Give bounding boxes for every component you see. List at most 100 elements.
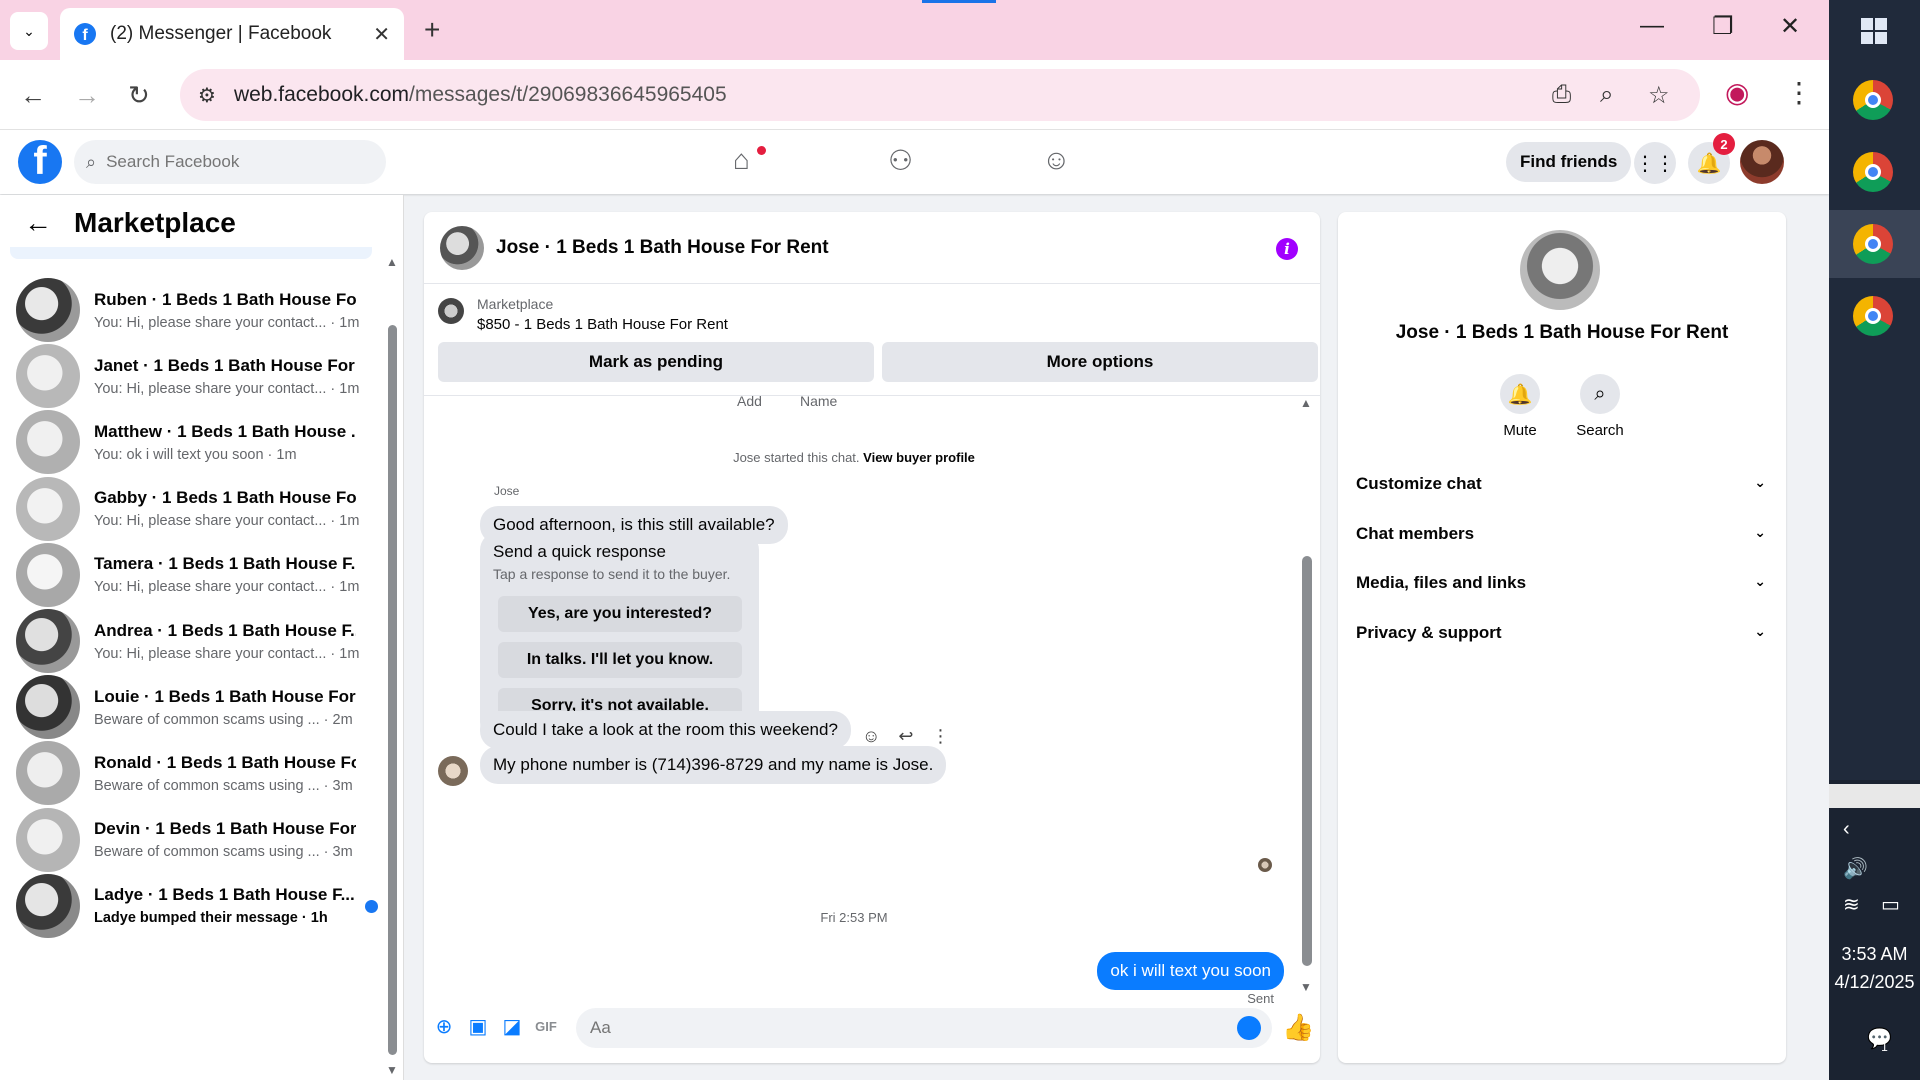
new-tab-button[interactable]: +	[424, 14, 440, 46]
conversation-item[interactable]: Matthew · 1 Beds 1 Bath House ... You: ok…	[16, 404, 376, 480]
windows-start-icon[interactable]	[1861, 18, 1887, 44]
listing-price-title[interactable]: $850 - 1 Beds 1 Bath House For Rent	[477, 316, 728, 333]
browser-menu-icon[interactable]: ⋮	[1785, 76, 1813, 109]
info-icon[interactable]: i	[1276, 238, 1298, 260]
clock-date[interactable]: 4/12/2025	[1829, 972, 1920, 993]
reply-icon[interactable]: ↩	[898, 726, 913, 747]
react-icon[interactable]: ☺	[862, 726, 880, 747]
reload-button[interactable]: ↻	[128, 80, 150, 111]
incoming-message[interactable]: Could I take a look at the room this wee…	[480, 711, 851, 749]
conversation-item[interactable]: Janet · 1 Beds 1 Bath House For ... You: …	[16, 338, 376, 414]
conversation-item[interactable]: Gabby · 1 Beds 1 Bath House Fo... You: Hi…	[16, 471, 376, 547]
conversation-avatar	[16, 476, 80, 541]
sidebar-scroll-thumb[interactable]	[388, 325, 397, 1055]
tab-search-button[interactable]: ⌄	[10, 12, 48, 50]
emoji-icon[interactable]	[1237, 1016, 1261, 1040]
mark-pending-button[interactable]: Mark as pending	[438, 342, 874, 382]
sidebar-scrollbar[interactable]: ▲ ▼	[385, 255, 399, 1077]
chrome-icon[interactable]	[1853, 224, 1893, 264]
address-bar[interactable]: ⚙ web.facebook.com/messages/t/2906983664…	[180, 69, 1700, 121]
message-composer: ⊕ ▣ ◪ GIF 👍	[424, 1004, 1320, 1054]
chat-scrollbar[interactable]: ▲ ▼	[1298, 396, 1314, 996]
chat-scroll-thumb[interactable]	[1302, 556, 1312, 966]
section-customize-chat[interactable]: Customize chat ⌄	[1356, 474, 1766, 494]
section-media-files[interactable]: Media, files and links ⌄	[1356, 573, 1766, 593]
chevron-left-icon[interactable]: ‹	[1843, 818, 1850, 841]
conversation-item[interactable]: Ladye · 1 Beds 1 Bath House F... Ladye bu…	[16, 868, 378, 944]
thumbs-up-icon[interactable]: 👍	[1282, 1012, 1314, 1043]
view-buyer-profile-link[interactable]: View buyer profile	[863, 450, 975, 465]
outgoing-message[interactable]: ok i will text you soon	[1097, 952, 1284, 990]
chrome-icon[interactable]	[1853, 152, 1893, 192]
facebook-header: f ⌕ ⌂ ⚇ ☺ Find friends ⋮⋮ 🔔 2	[0, 130, 1829, 194]
account-avatar[interactable]	[1740, 140, 1784, 184]
close-window-button[interactable]: ✕	[1780, 12, 1800, 41]
scroll-down-arrow[interactable]: ▼	[1300, 980, 1312, 994]
chevron-down-icon: ⌄	[1754, 623, 1766, 639]
message-input[interactable]	[576, 1008, 1272, 1048]
conversation-preview: Ladye bumped their message · 1h	[94, 910, 328, 927]
photo-icon[interactable]: ▣	[466, 1014, 490, 1038]
battery-icon[interactable]: ▭	[1881, 892, 1900, 917]
quick-response-option[interactable]: In talks. I'll let you know.	[498, 642, 742, 678]
quick-response-option[interactable]: Yes, are you interested?	[498, 596, 742, 632]
conversation-item[interactable]: Andrea · 1 Beds 1 Bath House F... You: Hi…	[16, 603, 376, 679]
tab-indicator	[922, 0, 996, 3]
bookmark-star-icon[interactable]: ☆	[1648, 81, 1670, 110]
back-arrow-icon[interactable]: ←	[24, 207, 52, 239]
clock-time[interactable]: 3:53 AM	[1829, 944, 1920, 965]
more-icon[interactable]: ⋮	[931, 726, 949, 747]
sender-avatar[interactable]	[438, 756, 468, 786]
mute-button[interactable]: 🔔 Mute	[1480, 374, 1560, 439]
install-app-icon[interactable]: ⎙	[1552, 81, 1571, 109]
restore-button[interactable]: ❐	[1712, 12, 1734, 41]
profile-icon[interactable]: ◉	[1725, 76, 1749, 109]
windows-taskbar: ‹ 🔊 ≋ ▭ 3:53 AM 4/12/2025 💬 1	[1829, 0, 1920, 1080]
menu-grid-icon[interactable]: ⋮⋮	[1634, 142, 1676, 184]
conversation-item[interactable]: Ronald · 1 Beds 1 Bath House Fo... Beware…	[16, 735, 376, 811]
chat-avatar[interactable]	[440, 225, 484, 270]
wifi-icon[interactable]: ≋	[1843, 892, 1860, 917]
sticker-icon[interactable]: ◪	[500, 1014, 524, 1038]
conversation-item[interactable]: Ruben · 1 Beds 1 Bath House Fo... You: Hi…	[16, 272, 376, 348]
search-input[interactable]	[106, 152, 347, 172]
quick-response-subtitle: Tap a response to send it to the buyer.	[493, 566, 731, 582]
search-conversation-button[interactable]: ⌕ Search	[1560, 374, 1640, 439]
section-privacy-support[interactable]: Privacy & support ⌄	[1356, 623, 1766, 643]
chrome-icon[interactable]	[1853, 80, 1893, 120]
details-avatar[interactable]	[1520, 230, 1600, 310]
scroll-up-arrow[interactable]: ▲	[386, 255, 398, 269]
chat-title[interactable]: Jose · 1 Beds 1 Bath House For Rent	[496, 237, 829, 259]
tray-scrollbar[interactable]	[1829, 784, 1920, 808]
browser-toolbar: ← → ↻ ⚙ web.facebook.com/messages/t/2906…	[0, 60, 1829, 130]
conversation-item[interactable]: Louie · 1 Beds 1 Bath House For ... Bewar…	[16, 669, 376, 745]
incoming-message[interactable]: My phone number is (714)396-8729 and my …	[480, 746, 947, 784]
facebook-search[interactable]: ⌕	[74, 140, 386, 184]
minimize-button[interactable]: —	[1640, 12, 1664, 40]
conversation-text: Janet · 1 Beds 1 Bath House For ... You: …	[94, 356, 359, 397]
plus-icon[interactable]: ⊕	[432, 1014, 456, 1038]
friends-icon[interactable]: ⚇	[888, 144, 913, 177]
home-icon[interactable]: ⌂	[733, 144, 750, 176]
back-button[interactable]: ←	[20, 80, 46, 111]
scroll-up-arrow[interactable]: ▲	[1300, 396, 1312, 410]
gif-icon[interactable]: GIF	[534, 1014, 558, 1038]
conversation-preview: You: Hi, please share your contact... · …	[94, 314, 360, 331]
facebook-logo[interactable]: f	[18, 140, 62, 184]
forward-button[interactable]: →	[74, 80, 100, 111]
section-chat-members[interactable]: Chat members ⌄	[1356, 524, 1766, 544]
more-options-button[interactable]: More options	[882, 342, 1318, 382]
zoom-icon[interactable]: ⌕	[1600, 81, 1613, 109]
site-info-icon[interactable]: ⚙	[198, 83, 216, 108]
conversation-item[interactable]: Tamera · 1 Beds 1 Bath House F... You: Hi…	[16, 537, 376, 613]
tab-close-icon[interactable]: ✕	[373, 22, 390, 47]
groups-icon[interactable]: ☺	[1042, 144, 1071, 176]
conversation-item[interactable]: Devin · 1 Beds 1 Bath House For... Beware…	[16, 802, 376, 878]
volume-icon[interactable]: 🔊	[1843, 856, 1868, 881]
chrome-icon[interactable]	[1853, 296, 1893, 336]
scroll-down-arrow[interactable]: ▼	[386, 1063, 398, 1077]
browser-tab[interactable]: f (2) Messenger | Facebook ✕	[60, 8, 404, 60]
message-actions: ☺ ↩ ⋮	[862, 726, 949, 747]
find-friends-button[interactable]: Find friends	[1506, 142, 1632, 182]
chevron-down-icon: ⌄	[1754, 524, 1766, 540]
